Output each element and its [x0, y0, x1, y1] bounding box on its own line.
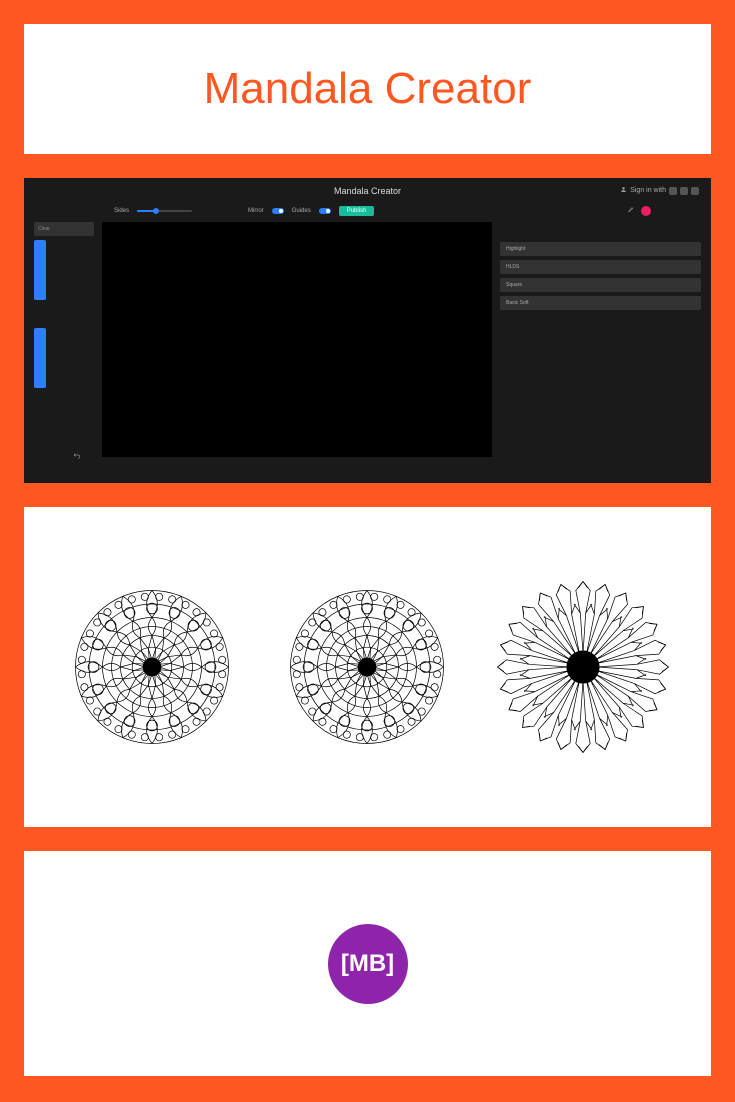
app-header-title: Mandala Creator	[24, 178, 711, 200]
app-screenshot-panel: Mandala Creator Sign in with Sides Mirro…	[24, 178, 711, 483]
mb-logo: [MB]	[328, 924, 408, 1004]
title-panel: Mandala Creator	[24, 24, 711, 154]
brush-square[interactable]: Square	[500, 278, 701, 292]
bottom-tool-icons	[72, 451, 82, 461]
color-swatch-blue-1[interactable]	[34, 240, 46, 300]
user-icon	[620, 186, 627, 195]
right-toolbar: Highlight HLDS Square Basic Soft	[500, 222, 701, 457]
social-icon-2[interactable]	[680, 187, 688, 195]
sides-slider[interactable]	[137, 210, 192, 212]
sides-label: Sides	[114, 208, 129, 214]
logo-panel: [MB]	[24, 851, 711, 1076]
clear-button[interactable]: Clear	[34, 222, 94, 236]
mandala-example-3	[493, 577, 673, 757]
mandala-example-1	[62, 577, 242, 757]
guides-label: Guides	[292, 208, 311, 214]
signin-label: Sign in with	[630, 187, 666, 194]
page-title: Mandala Creator	[204, 64, 532, 114]
workspace: Clear Highlight HLDS Square Basic Soft	[24, 222, 711, 457]
brush-hlds[interactable]: HLDS	[500, 260, 701, 274]
guides-toggle[interactable]	[319, 208, 331, 214]
social-icon-3[interactable]	[691, 187, 699, 195]
mirror-toggle[interactable]	[272, 208, 284, 214]
mirror-label: Mirror	[248, 208, 264, 214]
app-toolbar: Sides Mirror Guides Publish	[24, 200, 711, 222]
color-swatch-pink[interactable]	[641, 206, 651, 216]
left-toolbar: Clear	[34, 222, 94, 457]
drawing-canvas[interactable]	[102, 222, 492, 457]
mandala-example-2	[277, 577, 457, 757]
undo-icon[interactable]	[72, 451, 82, 461]
eyedropper-icon[interactable]	[627, 206, 635, 216]
logo-text: [MB]	[341, 950, 394, 978]
color-picker-tools	[627, 206, 651, 216]
publish-button[interactable]: Publish	[339, 206, 375, 216]
mandala-examples-panel	[24, 507, 711, 827]
brush-basic-soft[interactable]: Basic Soft	[500, 296, 701, 310]
social-icon-1[interactable]	[669, 187, 677, 195]
brush-highlight[interactable]: Highlight	[500, 242, 701, 256]
signin-area: Sign in with	[620, 186, 699, 195]
color-swatch-blue-2[interactable]	[34, 328, 46, 388]
